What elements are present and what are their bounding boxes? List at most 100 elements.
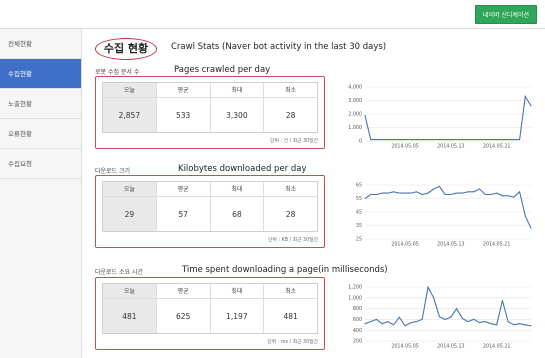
stat-note: 단위 : KB / 최근 30일간: [268, 238, 318, 243]
data-point: [416, 139, 418, 141]
chart-pages-svg: 0 1,000 2,000 3,000 4,000 2014.05.05 2014.05.1…: [348, 85, 532, 150]
sidebar-item-overview[interactable]: 전체현황: [0, 29, 81, 59]
stat-value-min: 28: [285, 110, 296, 120]
y-tick-label: 600: [353, 317, 362, 323]
data-point: [398, 316, 400, 318]
data-point: [421, 193, 423, 195]
data-point: [438, 316, 440, 318]
sidebar-item-errors[interactable]: 오류현황: [0, 119, 81, 149]
data-point: [381, 139, 383, 141]
y-tick-label: 2,000: [348, 112, 362, 118]
data-point: [530, 325, 532, 327]
y-tick-label: 200: [353, 339, 362, 345]
section-label-pages: 로봇 수집 문서 수: [95, 69, 140, 76]
data-point: [490, 139, 492, 141]
x-tick-label: 2014.05.21: [483, 242, 510, 248]
stat-table: 오늘 29 평균 57 최대 68 최소 28: [102, 181, 318, 232]
data-point: [416, 321, 418, 323]
data-point: [421, 318, 423, 320]
x-tick-label: 2014.05.13: [437, 144, 464, 150]
stat-header-min: 최소: [264, 83, 317, 98]
sidebar-item-crawl-stats[interactable]: 수집현황: [0, 59, 81, 89]
section-label-kilobytes: 다운로드 크기: [95, 168, 131, 175]
data-point: [478, 139, 480, 141]
data-point: [398, 139, 400, 141]
y-tick-label: 400: [353, 328, 362, 334]
data-point: [484, 139, 486, 141]
stat-header-average: 평균: [156, 284, 210, 299]
y-tick-label: 800: [353, 306, 362, 312]
stat-box-kilobytes: 오늘 29 평균 57 최대 68 최소 28 단위 : KB / 최근 30일간: [95, 175, 325, 248]
data-point: [496, 139, 498, 141]
data-point: [381, 192, 383, 194]
data-point: [519, 191, 521, 193]
stat-value-max: 1,197: [226, 311, 248, 321]
data-point: [410, 139, 412, 141]
data-point: [444, 139, 446, 141]
y-tick-label: 1,000: [348, 125, 362, 131]
chart-download-time: 200 400 600 800 1,000 1,200 2014.05.05 2014.05.…: [345, 283, 537, 350]
chart-kilobytes: 25 35 45 55 65 2014.05.05 2014.05.13 2014.05.21: [345, 181, 537, 248]
data-point: [450, 139, 452, 141]
data-point: [364, 198, 366, 199]
stat-header-today: 오늘: [103, 83, 156, 98]
stat-table: 오늘 481 평균 625 최대 1,197 최소 481: [102, 283, 318, 334]
stat-header-min: 최소: [264, 284, 317, 299]
data-point: [444, 193, 446, 195]
stat-value-today: 2,857: [118, 110, 141, 120]
data-point: [404, 325, 406, 327]
data-point: [427, 139, 429, 141]
series-line: [364, 94, 532, 141]
data-point: [410, 192, 412, 194]
main-content: 수집 현황 Crawl Stats (Naver bot activity in…: [82, 28, 545, 358]
data-point: [490, 193, 492, 195]
stat-value-today: 481: [122, 311, 137, 321]
data-point: [473, 191, 475, 193]
data-point: [433, 188, 435, 190]
data-point: [404, 139, 406, 141]
chart-pages: 0 1,000 2,000 3,000 4,000 2014.05.05 2014.05.1…: [345, 83, 537, 150]
data-point: [438, 185, 440, 187]
data-point: [387, 192, 389, 194]
data-point: [501, 300, 503, 301]
stat-value-max: 68: [232, 209, 242, 219]
data-point: [433, 139, 435, 141]
syndication-nav-button[interactable]: 네이버 신디케이션: [474, 5, 537, 24]
stat-box-pages: 오늘 2,857 평균 533 최대 3,300 최소 28 단위 : 건 / 최근 3…: [95, 76, 325, 149]
data-point: [507, 321, 509, 323]
y-tick-label: 1,000: [348, 295, 362, 301]
data-point: [524, 95, 526, 97]
top-bar: 네이버 신디케이션: [0, 0, 545, 28]
stat-value-today: 29: [124, 209, 135, 219]
data-point: [444, 318, 446, 320]
y-tick-label: 3,000: [348, 98, 362, 104]
data-point: [473, 318, 475, 320]
sidebar-item-crawl-request[interactable]: 수집요청: [0, 149, 81, 179]
data-point: [370, 193, 372, 195]
data-point: [410, 322, 412, 324]
page-title: 수집 현황: [95, 38, 157, 60]
stat-note: 단위 : 건 / 최근 30일간: [270, 139, 318, 144]
data-point: [393, 324, 395, 326]
sidebar-item-exposure[interactable]: 노출현황: [0, 89, 81, 119]
data-point: [484, 193, 486, 195]
data-point: [456, 139, 458, 141]
y-tick-label: 0: [359, 139, 362, 145]
data-point: [456, 308, 458, 310]
data-point: [513, 196, 515, 198]
y-tick-label: 25: [356, 237, 362, 243]
y-tick-label: 4,000: [348, 85, 362, 91]
stat-value-min: 481: [283, 311, 298, 321]
data-point: [530, 105, 532, 107]
data-point: [524, 324, 526, 326]
data-point: [404, 192, 406, 194]
y-tick-label: 65: [356, 183, 362, 189]
x-tick-label: 2014.05.13: [437, 242, 464, 248]
stat-value-max: 3,300: [226, 110, 248, 120]
y-tick-label: 35: [356, 223, 362, 229]
stat-header-max: 최대: [210, 83, 264, 98]
data-point: [421, 139, 423, 141]
data-point: [467, 139, 469, 141]
section-title-download-time: Time spent downloading a page(in millise…: [182, 265, 388, 275]
stat-header-min: 최소: [264, 182, 317, 197]
